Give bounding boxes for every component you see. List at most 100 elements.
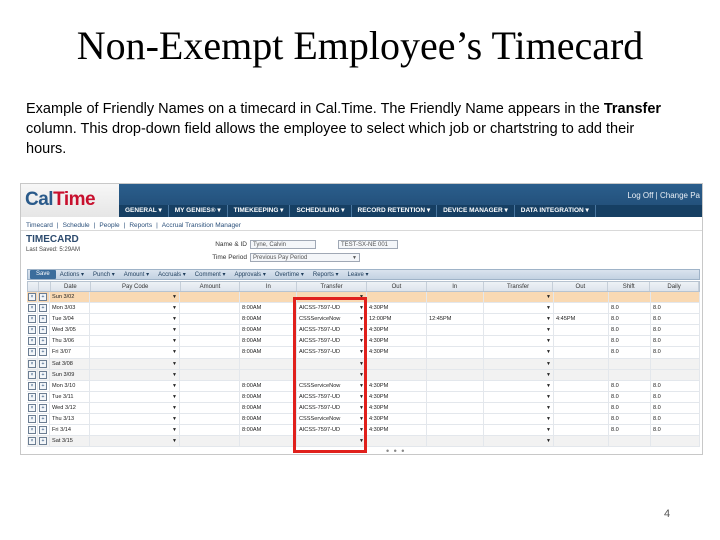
toolbar-menu-3[interactable]: Accruals ▾ <box>158 271 186 278</box>
chevron-down-icon[interactable]: ▼ <box>172 314 177 324</box>
transfer2-cell[interactable]: ▼ <box>484 369 554 380</box>
delete-row-icon[interactable]: × <box>28 370 36 379</box>
add-row-icon[interactable]: + <box>39 415 47 424</box>
pay-code-cell[interactable]: ▼ <box>90 314 180 325</box>
delete-row-icon[interactable]: × <box>28 426 36 435</box>
chevron-down-icon[interactable]: ▼ <box>546 347 551 357</box>
transfer2-cell[interactable]: ▼ <box>484 347 554 358</box>
in2-cell[interactable] <box>427 391 484 402</box>
in-cell[interactable] <box>240 436 297 447</box>
amount-cell[interactable] <box>180 336 240 347</box>
amount-cell[interactable] <box>180 436 240 447</box>
in-cell[interactable]: 8:00AM <box>240 391 297 402</box>
in2-cell[interactable] <box>427 380 484 391</box>
chevron-down-icon[interactable]: ▼ <box>172 392 177 402</box>
chevron-down-icon[interactable]: ▼ <box>546 392 551 402</box>
nav-item-1[interactable]: MY GENIES® ▾ <box>169 205 228 217</box>
nav-item-5[interactable]: DEVICE MANAGER ▾ <box>437 205 515 217</box>
amount-cell[interactable] <box>180 325 240 336</box>
subnav-link[interactable]: Timecard <box>26 222 53 229</box>
out-cell[interactable]: 4:30PM <box>367 391 427 402</box>
chevron-down-icon[interactable]: ▼ <box>546 292 551 302</box>
amount-cell[interactable] <box>180 303 240 314</box>
pay-code-cell[interactable]: ▼ <box>90 369 180 380</box>
in-cell[interactable]: 8:00AM <box>240 325 297 336</box>
in2-cell[interactable] <box>427 436 484 447</box>
amount-cell[interactable] <box>180 391 240 402</box>
pay-code-cell[interactable]: ▼ <box>90 436 180 447</box>
chevron-down-icon[interactable]: ▼ <box>546 314 551 324</box>
in2-cell[interactable] <box>427 425 484 436</box>
nav-item-2[interactable]: TIMEKEEPING ▾ <box>228 205 291 217</box>
nav-item-0[interactable]: GENERAL ▾ <box>119 205 169 217</box>
out2-cell[interactable]: 4:45PM <box>554 314 609 325</box>
chevron-down-icon[interactable]: ▼ <box>172 425 177 435</box>
chevron-down-icon[interactable]: ▼ <box>172 414 177 424</box>
pay-code-cell[interactable]: ▼ <box>90 347 180 358</box>
out-cell[interactable]: 4:30PM <box>367 380 427 391</box>
nav-item-6[interactable]: DATA INTEGRATION ▾ <box>515 205 596 217</box>
in2-cell[interactable] <box>427 402 484 414</box>
in2-cell[interactable] <box>427 347 484 358</box>
delete-row-icon[interactable]: × <box>28 348 36 357</box>
out-cell[interactable] <box>367 358 427 369</box>
in-cell[interactable] <box>240 358 297 369</box>
transfer2-cell[interactable]: ▼ <box>484 325 554 336</box>
out-cell[interactable] <box>367 369 427 380</box>
delete-row-icon[interactable]: × <box>28 415 36 424</box>
pay-code-cell[interactable]: ▼ <box>90 402 180 414</box>
chevron-down-icon[interactable]: ▼ <box>172 303 177 313</box>
transfer2-cell[interactable]: ▼ <box>484 292 554 303</box>
in-cell[interactable] <box>240 292 297 303</box>
in2-cell[interactable] <box>427 303 484 314</box>
chevron-down-icon[interactable]: ▼ <box>546 359 551 369</box>
delete-row-icon[interactable]: × <box>28 337 36 346</box>
name-field[interactable]: Tyne, Calvin <box>250 240 316 249</box>
chevron-down-icon[interactable]: ▼ <box>172 370 177 380</box>
in-cell[interactable]: 8:00AM <box>240 402 297 414</box>
toolbar-menu-8[interactable]: Leave ▾ <box>348 271 369 278</box>
out-cell[interactable]: 4:30PM <box>367 402 427 414</box>
amount-cell[interactable] <box>180 414 240 425</box>
chevron-down-icon[interactable]: ▼ <box>172 347 177 357</box>
transfer2-cell[interactable]: ▼ <box>484 414 554 425</box>
delete-row-icon[interactable]: × <box>28 359 36 368</box>
in2-cell[interactable] <box>427 292 484 303</box>
pay-code-cell[interactable]: ▼ <box>90 425 180 436</box>
delete-row-icon[interactable]: × <box>28 326 36 335</box>
out2-cell[interactable] <box>554 391 609 402</box>
toolbar-menu-4[interactable]: Comment ▾ <box>195 271 226 278</box>
nav-item-4[interactable]: RECORD RETENTION ▾ <box>352 205 438 217</box>
chevron-down-icon[interactable]: ▼ <box>172 336 177 346</box>
delete-row-icon[interactable]: × <box>28 381 36 390</box>
subnav-link[interactable]: Accrual Transition Manager <box>162 222 241 229</box>
transfer2-cell[interactable]: ▼ <box>484 425 554 436</box>
in-cell[interactable]: 8:00AM <box>240 425 297 436</box>
add-row-icon[interactable]: + <box>39 326 47 335</box>
subnav-link[interactable]: People <box>99 222 119 229</box>
chevron-down-icon[interactable]: ▼ <box>172 436 177 446</box>
id-field[interactable]: TEST-SX-NE 001 <box>338 240 398 249</box>
amount-cell[interactable] <box>180 369 240 380</box>
out2-cell[interactable] <box>554 414 609 425</box>
transfer2-cell[interactable]: ▼ <box>484 303 554 314</box>
chevron-down-icon[interactable]: ▼ <box>172 403 177 413</box>
delete-row-icon[interactable]: × <box>28 392 36 401</box>
add-row-icon[interactable]: + <box>39 293 47 301</box>
in2-cell[interactable] <box>427 325 484 336</box>
add-row-icon[interactable]: + <box>39 337 47 346</box>
chevron-down-icon[interactable]: ▼ <box>546 414 551 424</box>
out-cell[interactable] <box>367 436 427 447</box>
out2-cell[interactable] <box>554 369 609 380</box>
out2-cell[interactable] <box>554 425 609 436</box>
out2-cell[interactable] <box>554 358 609 369</box>
amount-cell[interactable] <box>180 358 240 369</box>
out2-cell[interactable] <box>554 380 609 391</box>
chevron-down-icon[interactable]: ▼ <box>172 359 177 369</box>
in-cell[interactable]: 8:00AM <box>240 414 297 425</box>
in2-cell[interactable] <box>427 336 484 347</box>
amount-cell[interactable] <box>180 292 240 303</box>
in2-cell[interactable]: 12:45PM <box>427 314 484 325</box>
in2-cell[interactable] <box>427 369 484 380</box>
chevron-down-icon[interactable]: ▼ <box>546 303 551 313</box>
